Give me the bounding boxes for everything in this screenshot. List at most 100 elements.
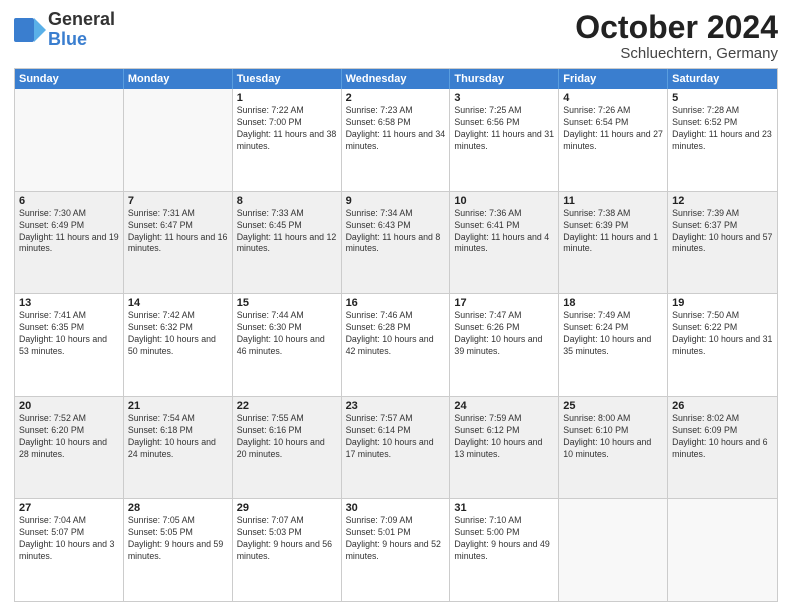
- calendar-row: 13Sunrise: 7:41 AM Sunset: 6:35 PM Dayli…: [15, 293, 777, 396]
- calendar-cell: 15Sunrise: 7:44 AM Sunset: 6:30 PM Dayli…: [233, 294, 342, 396]
- day-info: Sunrise: 7:49 AM Sunset: 6:24 PM Dayligh…: [563, 310, 663, 358]
- day-number: 20: [19, 400, 119, 412]
- day-number: 31: [454, 502, 554, 514]
- day-number: 27: [19, 502, 119, 514]
- day-info: Sunrise: 8:02 AM Sunset: 6:09 PM Dayligh…: [672, 413, 773, 461]
- calendar-cell: 20Sunrise: 7:52 AM Sunset: 6:20 PM Dayli…: [15, 397, 124, 499]
- day-number: 12: [672, 195, 773, 207]
- day-number: 28: [128, 502, 228, 514]
- calendar-cell: 24Sunrise: 7:59 AM Sunset: 6:12 PM Dayli…: [450, 397, 559, 499]
- calendar-cell: 22Sunrise: 7:55 AM Sunset: 6:16 PM Dayli…: [233, 397, 342, 499]
- day-number: 29: [237, 502, 337, 514]
- calendar-header: SundayMondayTuesdayWednesdayThursdayFrid…: [15, 69, 777, 89]
- calendar-row: 27Sunrise: 7:04 AM Sunset: 5:07 PM Dayli…: [15, 498, 777, 601]
- day-info: Sunrise: 7:55 AM Sunset: 6:16 PM Dayligh…: [237, 413, 337, 461]
- header: General Blue October 2024 Schluechtern, …: [14, 10, 778, 62]
- day-number: 13: [19, 297, 119, 309]
- day-info: Sunrise: 7:44 AM Sunset: 6:30 PM Dayligh…: [237, 310, 337, 358]
- day-info: Sunrise: 7:25 AM Sunset: 6:56 PM Dayligh…: [454, 105, 554, 153]
- day-number: 16: [346, 297, 446, 309]
- day-info: Sunrise: 7:28 AM Sunset: 6:52 PM Dayligh…: [672, 105, 773, 153]
- title-block: October 2024 Schluechtern, Germany: [575, 10, 778, 62]
- logo-line2: Blue: [48, 30, 115, 50]
- day-number: 1: [237, 92, 337, 104]
- day-info: Sunrise: 7:04 AM Sunset: 5:07 PM Dayligh…: [19, 515, 119, 563]
- calendar-cell: 19Sunrise: 7:50 AM Sunset: 6:22 PM Dayli…: [668, 294, 777, 396]
- day-info: Sunrise: 7:39 AM Sunset: 6:37 PM Dayligh…: [672, 208, 773, 256]
- calendar-cell: [668, 499, 777, 601]
- month-title: October 2024: [575, 10, 778, 45]
- day-info: Sunrise: 7:30 AM Sunset: 6:49 PM Dayligh…: [19, 208, 119, 256]
- day-info: Sunrise: 7:22 AM Sunset: 7:00 PM Dayligh…: [237, 105, 337, 153]
- day-number: 19: [672, 297, 773, 309]
- day-info: Sunrise: 7:42 AM Sunset: 6:32 PM Dayligh…: [128, 310, 228, 358]
- calendar-cell: 17Sunrise: 7:47 AM Sunset: 6:26 PM Dayli…: [450, 294, 559, 396]
- calendar-cell: 13Sunrise: 7:41 AM Sunset: 6:35 PM Dayli…: [15, 294, 124, 396]
- calendar-row: 20Sunrise: 7:52 AM Sunset: 6:20 PM Dayli…: [15, 396, 777, 499]
- calendar-cell: 31Sunrise: 7:10 AM Sunset: 5:00 PM Dayli…: [450, 499, 559, 601]
- day-number: 24: [454, 400, 554, 412]
- calendar-cell: 16Sunrise: 7:46 AM Sunset: 6:28 PM Dayli…: [342, 294, 451, 396]
- day-number: 8: [237, 195, 337, 207]
- calendar-cell: 14Sunrise: 7:42 AM Sunset: 6:32 PM Dayli…: [124, 294, 233, 396]
- calendar-header-cell: Tuesday: [233, 69, 342, 89]
- day-info: Sunrise: 7:50 AM Sunset: 6:22 PM Dayligh…: [672, 310, 773, 358]
- day-number: 5: [672, 92, 773, 104]
- day-info: Sunrise: 7:31 AM Sunset: 6:47 PM Dayligh…: [128, 208, 228, 256]
- calendar-cell: 3Sunrise: 7:25 AM Sunset: 6:56 PM Daylig…: [450, 89, 559, 191]
- day-number: 22: [237, 400, 337, 412]
- calendar-cell: 23Sunrise: 7:57 AM Sunset: 6:14 PM Dayli…: [342, 397, 451, 499]
- calendar-cell: 9Sunrise: 7:34 AM Sunset: 6:43 PM Daylig…: [342, 192, 451, 294]
- day-info: Sunrise: 7:09 AM Sunset: 5:01 PM Dayligh…: [346, 515, 446, 563]
- calendar-cell: 11Sunrise: 7:38 AM Sunset: 6:39 PM Dayli…: [559, 192, 668, 294]
- calendar-cell: 28Sunrise: 7:05 AM Sunset: 5:05 PM Dayli…: [124, 499, 233, 601]
- calendar-cell: 2Sunrise: 7:23 AM Sunset: 6:58 PM Daylig…: [342, 89, 451, 191]
- day-number: 4: [563, 92, 663, 104]
- day-number: 15: [237, 297, 337, 309]
- calendar: SundayMondayTuesdayWednesdayThursdayFrid…: [14, 68, 778, 602]
- day-number: 26: [672, 400, 773, 412]
- calendar-cell: 10Sunrise: 7:36 AM Sunset: 6:41 PM Dayli…: [450, 192, 559, 294]
- logo-line1: General: [48, 10, 115, 30]
- day-info: Sunrise: 7:46 AM Sunset: 6:28 PM Dayligh…: [346, 310, 446, 358]
- day-number: 7: [128, 195, 228, 207]
- calendar-cell: 5Sunrise: 7:28 AM Sunset: 6:52 PM Daylig…: [668, 89, 777, 191]
- day-info: Sunrise: 7:41 AM Sunset: 6:35 PM Dayligh…: [19, 310, 119, 358]
- day-number: 30: [346, 502, 446, 514]
- day-number: 11: [563, 195, 663, 207]
- day-info: Sunrise: 7:07 AM Sunset: 5:03 PM Dayligh…: [237, 515, 337, 563]
- calendar-cell: 12Sunrise: 7:39 AM Sunset: 6:37 PM Dayli…: [668, 192, 777, 294]
- day-info: Sunrise: 7:26 AM Sunset: 6:54 PM Dayligh…: [563, 105, 663, 153]
- day-number: 23: [346, 400, 446, 412]
- calendar-header-cell: Sunday: [15, 69, 124, 89]
- day-info: Sunrise: 7:57 AM Sunset: 6:14 PM Dayligh…: [346, 413, 446, 461]
- day-number: 3: [454, 92, 554, 104]
- calendar-cell: [15, 89, 124, 191]
- calendar-cell: [559, 499, 668, 601]
- day-number: 21: [128, 400, 228, 412]
- subtitle: Schluechtern, Germany: [575, 45, 778, 62]
- day-info: Sunrise: 7:59 AM Sunset: 6:12 PM Dayligh…: [454, 413, 554, 461]
- day-info: Sunrise: 7:33 AM Sunset: 6:45 PM Dayligh…: [237, 208, 337, 256]
- calendar-body: 1Sunrise: 7:22 AM Sunset: 7:00 PM Daylig…: [15, 89, 777, 601]
- calendar-cell: [124, 89, 233, 191]
- calendar-header-cell: Thursday: [450, 69, 559, 89]
- day-info: Sunrise: 7:38 AM Sunset: 6:39 PM Dayligh…: [563, 208, 663, 256]
- day-number: 2: [346, 92, 446, 104]
- calendar-cell: 4Sunrise: 7:26 AM Sunset: 6:54 PM Daylig…: [559, 89, 668, 191]
- calendar-row: 6Sunrise: 7:30 AM Sunset: 6:49 PM Daylig…: [15, 191, 777, 294]
- page: General Blue October 2024 Schluechtern, …: [0, 0, 792, 612]
- day-info: Sunrise: 8:00 AM Sunset: 6:10 PM Dayligh…: [563, 413, 663, 461]
- day-number: 14: [128, 297, 228, 309]
- calendar-header-cell: Saturday: [668, 69, 777, 89]
- calendar-cell: 30Sunrise: 7:09 AM Sunset: 5:01 PM Dayli…: [342, 499, 451, 601]
- calendar-cell: 7Sunrise: 7:31 AM Sunset: 6:47 PM Daylig…: [124, 192, 233, 294]
- day-info: Sunrise: 7:05 AM Sunset: 5:05 PM Dayligh…: [128, 515, 228, 563]
- day-number: 6: [19, 195, 119, 207]
- calendar-cell: 1Sunrise: 7:22 AM Sunset: 7:00 PM Daylig…: [233, 89, 342, 191]
- day-info: Sunrise: 7:52 AM Sunset: 6:20 PM Dayligh…: [19, 413, 119, 461]
- day-info: Sunrise: 7:34 AM Sunset: 6:43 PM Dayligh…: [346, 208, 446, 256]
- day-number: 10: [454, 195, 554, 207]
- logo: General Blue: [14, 10, 115, 50]
- logo-icon: [14, 14, 46, 46]
